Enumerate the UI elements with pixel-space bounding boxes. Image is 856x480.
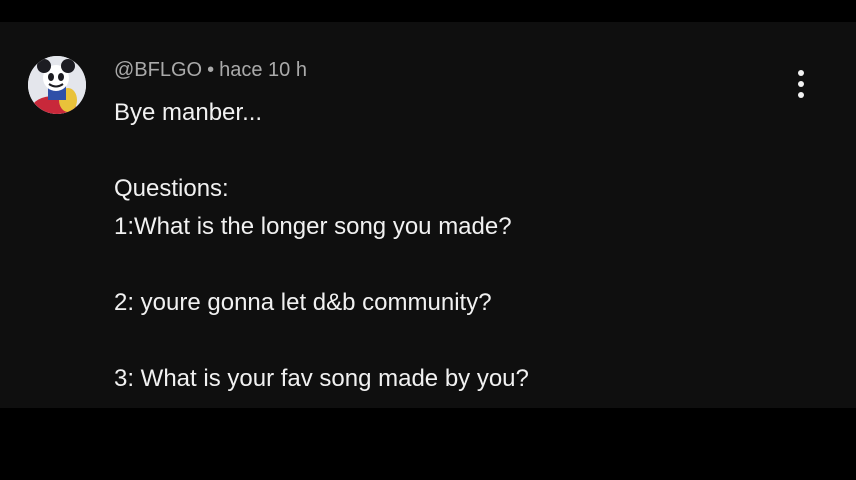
comment-text: Bye manber... Questions: 1:What is the l… bbox=[114, 94, 774, 398]
letterbox-bottom bbox=[0, 408, 856, 480]
comment-line: Questions: bbox=[114, 175, 229, 202]
comment-line: 1:What is the longer song you made? bbox=[114, 213, 512, 240]
comment-header: @BFLGO • hace 10 h bbox=[114, 56, 307, 84]
more-vertical-icon bbox=[798, 70, 804, 98]
comment-line bbox=[114, 246, 774, 284]
comment-line: 3: What is your fav song made by you? bbox=[114, 365, 529, 392]
comment-menu-button[interactable] bbox=[784, 64, 818, 104]
avatar[interactable] bbox=[28, 56, 86, 114]
letterbox-top bbox=[0, 0, 856, 22]
comment-line: 2: youre gonna let d&b community? bbox=[114, 289, 492, 316]
video-frame: @BFLGO • hace 10 h Bye manber... Questions… bbox=[0, 0, 856, 480]
cartoon-character-avatar-icon bbox=[28, 56, 86, 114]
comment-line bbox=[114, 322, 774, 360]
header-separator: • bbox=[207, 59, 215, 81]
comment-panel: @BFLGO • hace 10 h Bye manber... Questions… bbox=[0, 22, 856, 408]
comment-line bbox=[114, 132, 774, 170]
comment-line: Bye manber... bbox=[114, 99, 263, 126]
comment-timestamp[interactable]: hace 10 h bbox=[219, 59, 307, 81]
comment-author[interactable]: @BFLGO bbox=[114, 59, 202, 81]
